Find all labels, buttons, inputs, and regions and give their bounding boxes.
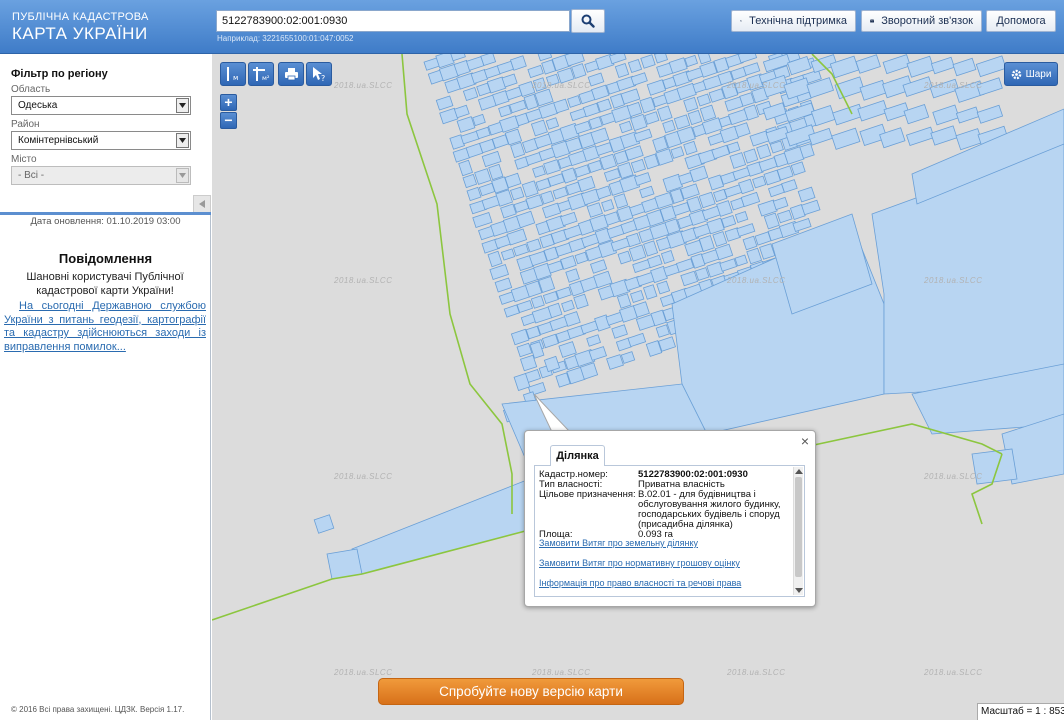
map-watermark: 2018.ua.SLCC [924,668,983,677]
header: ПУБЛІЧНА КАДАСТРОВА КАРТА УКРАЇНИ Наприк… [0,0,1064,54]
order-valuation-extract-link[interactable]: Замовити Витяг про нормативну грошову оц… [539,558,740,568]
gear-icon [1011,69,1021,79]
map-watermark: 2018.ua.SLCC [924,81,983,90]
map-watermark: 2018.ua.SLCC [532,81,591,90]
chevron-down-icon[interactable] [176,98,189,113]
map-watermark: 2018.ua.SLCC [727,276,786,285]
region-label: Область [11,84,51,95]
svg-text:?: ? [321,74,325,82]
collapse-sidebar-button[interactable] [193,195,211,213]
map-watermark: 2018.ua.SLCC [334,81,393,90]
chevron-up-icon[interactable] [795,468,803,474]
chevron-down-icon[interactable] [795,588,803,594]
feedback-label: Зворотний зв'язок [881,15,973,27]
search-hint: Наприклад: 3221655100:01:047:0052 [217,34,354,43]
order-parcel-extract-link[interactable]: Замовити Витяг про земельну ділянку [539,538,698,548]
area-measure-icon: м² [253,67,270,82]
logo-line-2: КАРТА УКРАЇНИ [12,24,148,43]
help-button[interactable]: Допомога [986,10,1056,32]
try-new-version-button[interactable]: Спробуйте нову версію карти [378,678,684,705]
popup-content: Кадастр.номер: 5122783900:02:001:0930 Ти… [534,465,805,597]
zoom-out-button[interactable]: − [220,112,237,129]
map-watermark: 2018.ua.SLCC [727,668,786,677]
popup-pointer [534,394,572,434]
parcel-popup: × Ділянка Кадастр.номер: 5122783900:02:0… [524,430,816,607]
measure-distance-button[interactable]: м [220,62,246,86]
region-value: Одеська [18,100,58,111]
logo-line-1: ПУБЛІЧНА КАДАСТРОВА [12,11,149,23]
map-watermark: 2018.ua.SLCC [334,668,393,677]
map-watermark: 2018.ua.SLCC [532,668,591,677]
info-key: Цільове призначення: [539,489,636,500]
filter-title: Фільтр по регіону [11,68,108,80]
svg-text:м²: м² [262,74,270,82]
city-select[interactable]: - Всі - [11,166,191,185]
parcel-info-table: Кадастр.номер: 5122783900:02:001:0930 Ти… [539,470,792,540]
message-link[interactable]: На сьогодні Державною службою України з … [4,300,206,354]
map-watermark: 2018.ua.SLCC [334,276,393,285]
feedback-button[interactable]: Зворотний зв'язок [861,10,982,32]
message-title: Повідомлення [58,251,153,266]
layers-button[interactable]: Шари [1004,62,1058,86]
map-watermark: 2018.ua.SLCC [924,472,983,481]
layers-label: Шари [1025,68,1052,80]
region-select[interactable]: Одеська [11,96,191,115]
chevron-down-icon[interactable] [176,133,189,148]
scale-indicator: Масштаб = 1 : 8531 [977,703,1064,720]
cadastral-map[interactable] [212,54,1064,720]
support-button[interactable]: Технічна підтримка [731,10,856,32]
search-icon [581,14,595,28]
region-filter: Фільтр по регіону Область Одеська Район … [0,54,211,213]
city-value: - Всі - [18,170,45,181]
filter-divider [0,212,211,215]
update-date: Дата оновлення: 01.10.2019 03:00 [30,216,181,227]
printer-icon [284,68,298,81]
city-label: Місто [11,154,37,165]
support-label: Технічна підтримка [749,15,847,27]
scrollbar-thumb[interactable] [795,477,802,577]
tab-parcel[interactable]: Ділянка [550,445,605,466]
zoom-in-button[interactable]: + [220,94,237,111]
copyright: © 2016 Всі права захищені. ЦДЗК. Версія … [11,705,185,714]
ownership-info-link[interactable]: Інформація про право власності та речові… [539,578,741,588]
district-label: Район [11,119,40,130]
help-label: Допомога [996,15,1046,27]
district-value: Комінтернівський [18,135,99,146]
search-button[interactable] [571,9,605,33]
envelope-icon [870,19,875,23]
cursor-question-icon: ? [313,67,325,82]
search-input[interactable] [216,10,570,32]
close-icon[interactable]: × [801,434,809,448]
logo[interactable]: ПУБЛІЧНА КАДАСТРОВА КАРТА УКРАЇНИ [12,11,149,43]
popup-scrollbar[interactable] [793,467,803,595]
map-watermark: 2018.ua.SLCC [727,81,786,90]
print-button[interactable] [278,62,304,86]
identify-button[interactable]: ? [306,62,332,86]
district-select[interactable]: Комінтернівський [11,131,191,150]
chevron-down-icon[interactable] [176,168,189,183]
map-watermark: 2018.ua.SLCC [334,472,393,481]
table-row: Цільове призначення: В.02.01 - для будів… [539,490,792,530]
map-canvas[interactable]: 2018.ua.SLCC 2018.ua.SLCC 2018.ua.SLCC 2… [212,54,1064,720]
tools-icon [740,20,742,22]
ruler-icon: м [227,67,238,82]
measure-area-button[interactable]: м² [248,62,274,86]
info-value: В.02.01 - для будівництва і обслуговуван… [638,489,781,530]
sidebar: Фільтр по регіону Область Одеська Район … [0,54,211,720]
map-watermark: 2018.ua.SLCC [924,276,983,285]
message-greeting: Шановні користувачі Публічної кадастрово… [26,271,184,297]
chevron-left-icon [199,200,205,208]
svg-text:м: м [233,74,238,82]
